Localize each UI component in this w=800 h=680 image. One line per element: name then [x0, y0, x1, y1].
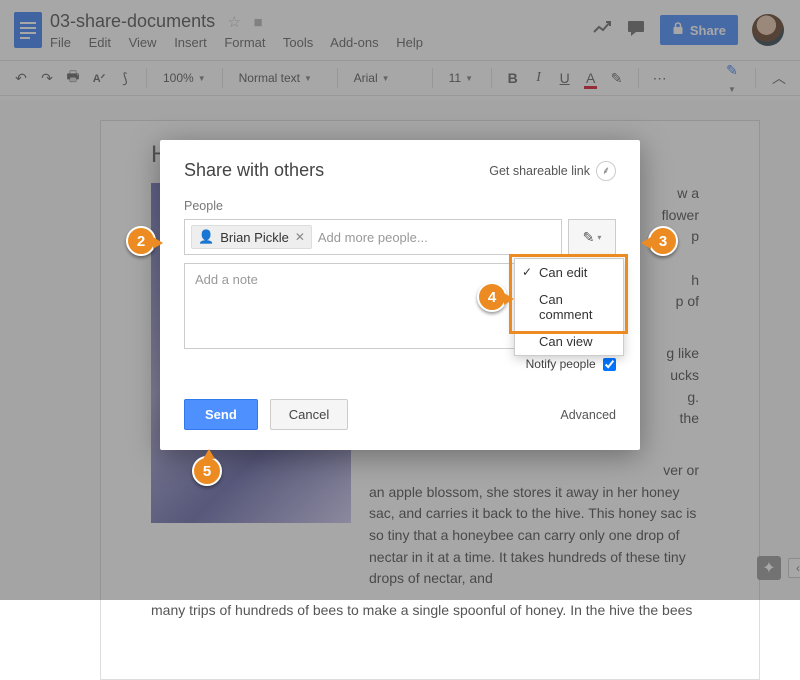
annotation-badge-5: 5: [192, 456, 222, 486]
annotation-badge-4: 4: [477, 282, 507, 312]
people-label: People: [184, 199, 616, 213]
perm-option-view[interactable]: Can view: [515, 328, 623, 355]
person-icon: 👤: [198, 229, 214, 245]
annotation-badge-3: 3: [648, 226, 678, 256]
note-placeholder: Add a note: [195, 272, 258, 287]
add-more-placeholder: Add more people...: [318, 230, 428, 245]
notify-checkbox[interactable]: [603, 358, 616, 371]
person-chip[interactable]: 👤 Brian Pickle ✕: [191, 225, 312, 249]
send-button[interactable]: Send: [184, 399, 258, 430]
person-chip-name: Brian Pickle: [220, 230, 289, 245]
link-icon: ⸙: [596, 161, 616, 181]
perm-option-comment[interactable]: Can comment: [515, 286, 623, 328]
permission-menu: Can edit Can comment Can view: [514, 258, 624, 356]
pencil-icon: ✎: [583, 229, 595, 246]
chip-remove-icon[interactable]: ✕: [295, 230, 305, 244]
perm-option-edit[interactable]: Can edit: [515, 259, 623, 286]
annotation-badge-2: 2: [126, 226, 156, 256]
advanced-link[interactable]: Advanced: [560, 408, 616, 422]
notify-label: Notify people: [526, 357, 596, 371]
notify-people-row: Notify people: [184, 357, 616, 371]
modal-title: Share with others: [184, 160, 324, 181]
caret-down-icon: ▾: [597, 233, 601, 242]
permission-dropdown-button[interactable]: ✎ ▾: [568, 219, 616, 255]
get-shareable-link[interactable]: Get shareable link ⸙: [489, 161, 616, 181]
body-text-wide: many trips of hundreds of bees to make a…: [151, 600, 699, 622]
people-input[interactable]: 👤 Brian Pickle ✕ Add more people...: [184, 219, 562, 255]
cancel-button[interactable]: Cancel: [270, 399, 348, 430]
